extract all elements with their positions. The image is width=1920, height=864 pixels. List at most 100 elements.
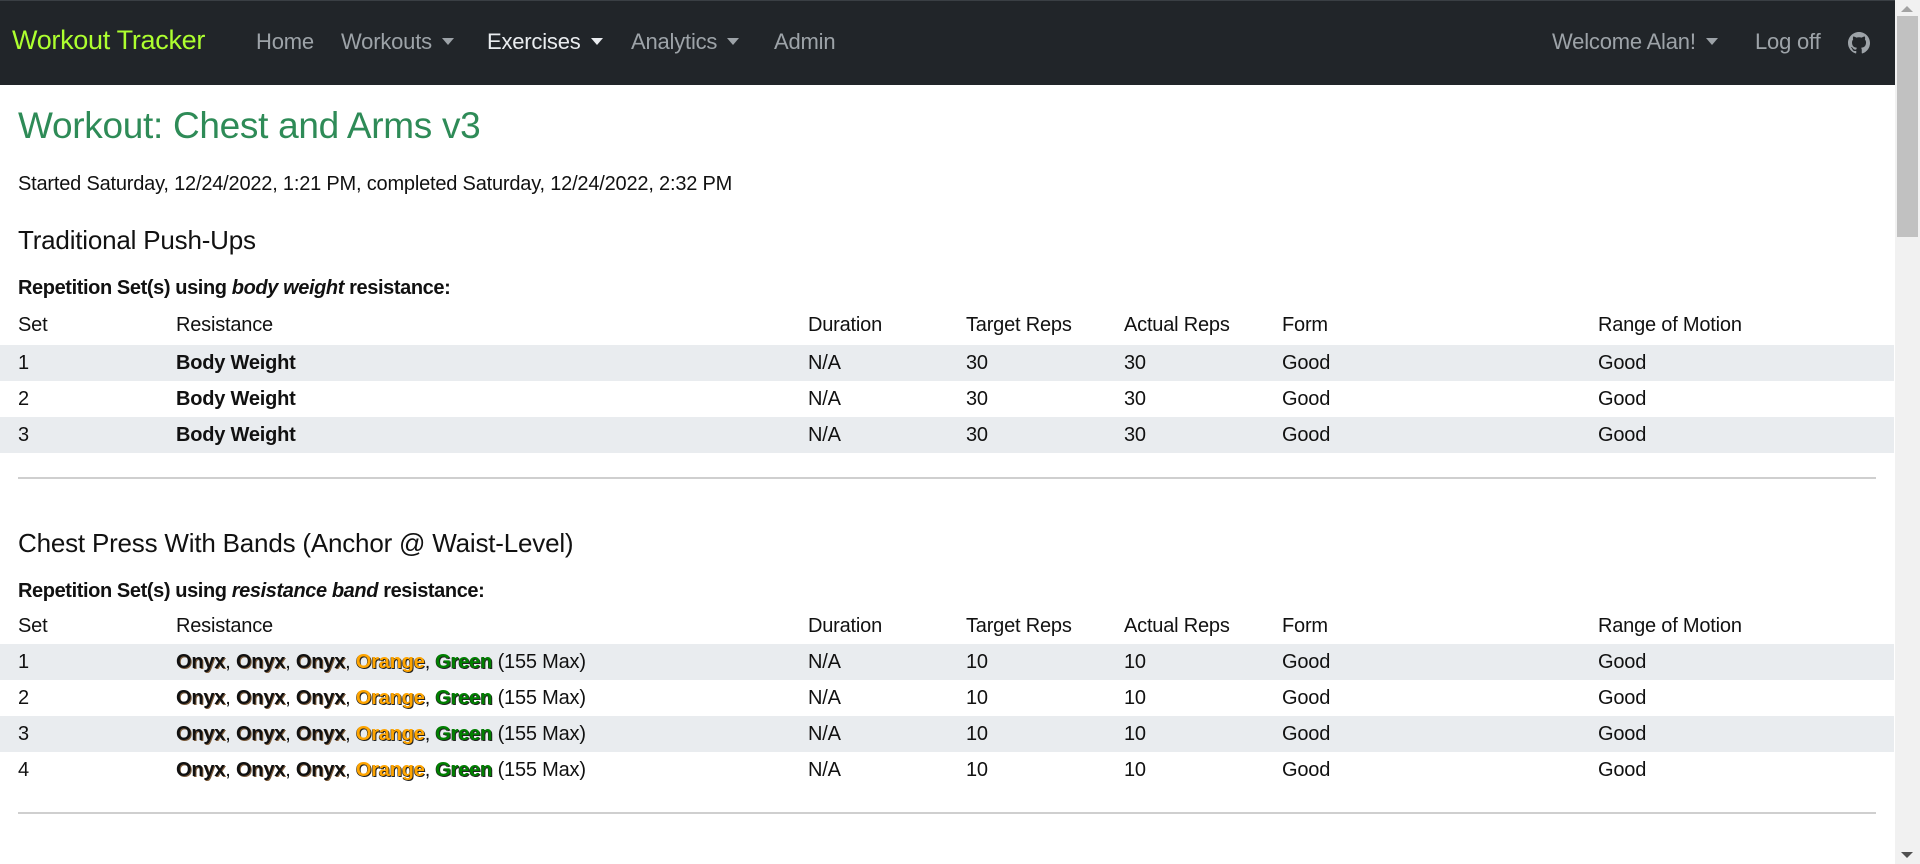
cell-form: Good xyxy=(1282,687,1331,709)
table-row: 1 Onyx, Onyx, Onyx, Orange, Green (155 Ma… xyxy=(0,644,1894,680)
cell-range-of-motion: Good xyxy=(1598,424,1647,446)
scrollbar-thumb[interactable] xyxy=(1897,16,1918,237)
band-max: (155 Max) xyxy=(497,759,586,781)
header-resistance: Resistance xyxy=(176,314,273,336)
header-form: Form xyxy=(1282,314,1328,336)
cell-resistance: Body Weight xyxy=(176,352,296,374)
cell-form: Good xyxy=(1282,424,1331,446)
cell-target-reps: 10 xyxy=(966,759,988,781)
cell-actual-reps: 10 xyxy=(1124,651,1146,673)
cell-range-of-motion: Good xyxy=(1598,651,1647,673)
user-menu-label: Welcome Alan! xyxy=(1552,29,1696,54)
caret-down-icon xyxy=(590,38,603,46)
header-range-of-motion: Range of Motion xyxy=(1598,314,1742,336)
vertical-scrollbar[interactable] xyxy=(1895,0,1920,864)
cell-form: Good xyxy=(1282,651,1331,673)
band-orange: Orange xyxy=(355,687,425,709)
band-orange: Orange xyxy=(355,723,425,745)
band-max: (155 Max) xyxy=(497,651,586,673)
cell-duration: N/A xyxy=(808,424,841,446)
cell-form: Good xyxy=(1282,352,1331,374)
header-target-reps: Target Reps xyxy=(966,314,1072,336)
github-icon[interactable] xyxy=(1848,32,1870,54)
band-green: Green xyxy=(435,651,493,673)
resistance-type: body weight xyxy=(231,277,345,299)
cell-duration: N/A xyxy=(808,723,841,745)
cell-target-reps: 30 xyxy=(966,424,988,446)
scroll-up-arrow-icon[interactable] xyxy=(1901,6,1913,12)
nav-analytics-label: Analytics xyxy=(631,29,718,54)
nav-exercises-label: Exercises xyxy=(487,29,581,54)
cell-range-of-motion: Good xyxy=(1598,352,1647,374)
cell-set: 3 xyxy=(18,723,29,745)
resistance-type: resistance band xyxy=(231,580,379,602)
brand-link[interactable]: Workout Tracker xyxy=(12,25,205,56)
band-onyx: Onyx xyxy=(295,651,346,673)
band-onyx: Onyx xyxy=(235,723,286,745)
cell-set: 1 xyxy=(18,352,29,374)
nav-home-label: Home xyxy=(256,29,314,54)
nav-admin-label: Admin xyxy=(774,29,836,54)
header-duration: Duration xyxy=(808,314,882,336)
header-set: Set xyxy=(18,314,48,336)
band-onyx: Onyx xyxy=(176,759,226,781)
band-onyx: Onyx xyxy=(295,687,346,709)
caret-down-icon xyxy=(441,38,454,46)
band-onyx: Onyx xyxy=(295,723,346,745)
nav-workouts-label: Workouts xyxy=(341,29,432,54)
cell-target-reps: 30 xyxy=(966,352,988,374)
table-row: 4 Onyx, Onyx, Onyx, Orange, Green (155 Ma… xyxy=(0,752,1894,788)
cell-set: 2 xyxy=(18,687,29,709)
header-resistance: Resistance xyxy=(176,615,273,637)
user-menu-dropdown[interactable]: Welcome Alan! xyxy=(1552,29,1718,55)
cell-target-reps: 10 xyxy=(966,723,988,745)
nav-workouts-dropdown[interactable]: Workouts xyxy=(341,29,454,55)
section-divider xyxy=(18,812,1876,814)
cell-actual-reps: 30 xyxy=(1124,424,1146,446)
top-navbar: Workout Tracker Home Workouts Exercises … xyxy=(0,0,1895,85)
cell-set: 2 xyxy=(18,388,29,410)
cell-set: 3 xyxy=(18,424,29,446)
main-content: Workout: Chest and Arms v3 Started Satur… xyxy=(0,85,1895,864)
cell-duration: N/A xyxy=(808,388,841,410)
cell-actual-reps: 30 xyxy=(1124,352,1146,374)
table-row: 2 Body Weight N/A 30 30 Good Good xyxy=(0,381,1894,417)
band-onyx: Onyx xyxy=(176,723,226,745)
cell-resistance: Onyx, Onyx, Onyx, Orange, Green (155 Max… xyxy=(176,759,586,781)
nav-home[interactable]: Home xyxy=(256,29,314,55)
workout-time-range: Started Saturday, 12/24/2022, 1:21 PM, c… xyxy=(18,173,733,195)
band-green: Green xyxy=(435,723,493,745)
cell-actual-reps: 30 xyxy=(1124,388,1146,410)
cell-resistance: Onyx, Onyx, Onyx, Orange, Green (155 Max… xyxy=(176,687,586,709)
nav-admin[interactable]: Admin xyxy=(774,29,836,55)
band-max: (155 Max) xyxy=(497,723,586,745)
cell-duration: N/A xyxy=(808,759,841,781)
caret-down-icon xyxy=(1705,38,1718,46)
table-row: 2 Onyx, Onyx, Onyx, Orange, Green (155 Ma… xyxy=(0,680,1894,716)
band-onyx: Onyx xyxy=(176,687,226,709)
cell-target-reps: 30 xyxy=(966,388,988,410)
table-row: 1 Body Weight N/A 30 30 Good Good xyxy=(0,345,1894,381)
set-label-suffix: resistance: xyxy=(378,580,485,602)
header-actual-reps: Actual Reps xyxy=(1124,615,1230,637)
set-type-label: Repetition Set(s) using resistance band … xyxy=(18,580,485,603)
nav-exercises-dropdown[interactable]: Exercises xyxy=(487,29,603,55)
exercise-title: Traditional Push-Ups xyxy=(18,225,256,255)
header-set: Set xyxy=(18,615,48,637)
header-actual-reps: Actual Reps xyxy=(1124,314,1230,336)
scroll-down-arrow-icon[interactable] xyxy=(1901,852,1913,858)
logoff-label: Log off xyxy=(1755,29,1821,54)
set-label-prefix: Repetition Set(s) using xyxy=(18,580,232,602)
nav-analytics-dropdown[interactable]: Analytics xyxy=(631,29,740,55)
band-onyx: Onyx xyxy=(235,759,286,781)
cell-resistance: Onyx, Onyx, Onyx, Orange, Green (155 Max… xyxy=(176,723,586,745)
cell-range-of-motion: Good xyxy=(1598,723,1647,745)
cell-duration: N/A xyxy=(808,352,841,374)
cell-range-of-motion: Good xyxy=(1598,687,1647,709)
cell-actual-reps: 10 xyxy=(1124,723,1146,745)
cell-actual-reps: 10 xyxy=(1124,759,1146,781)
cell-range-of-motion: Good xyxy=(1598,388,1647,410)
logoff-link[interactable]: Log off xyxy=(1755,29,1821,55)
caret-down-icon xyxy=(727,38,740,46)
cell-actual-reps: 10 xyxy=(1124,687,1146,709)
